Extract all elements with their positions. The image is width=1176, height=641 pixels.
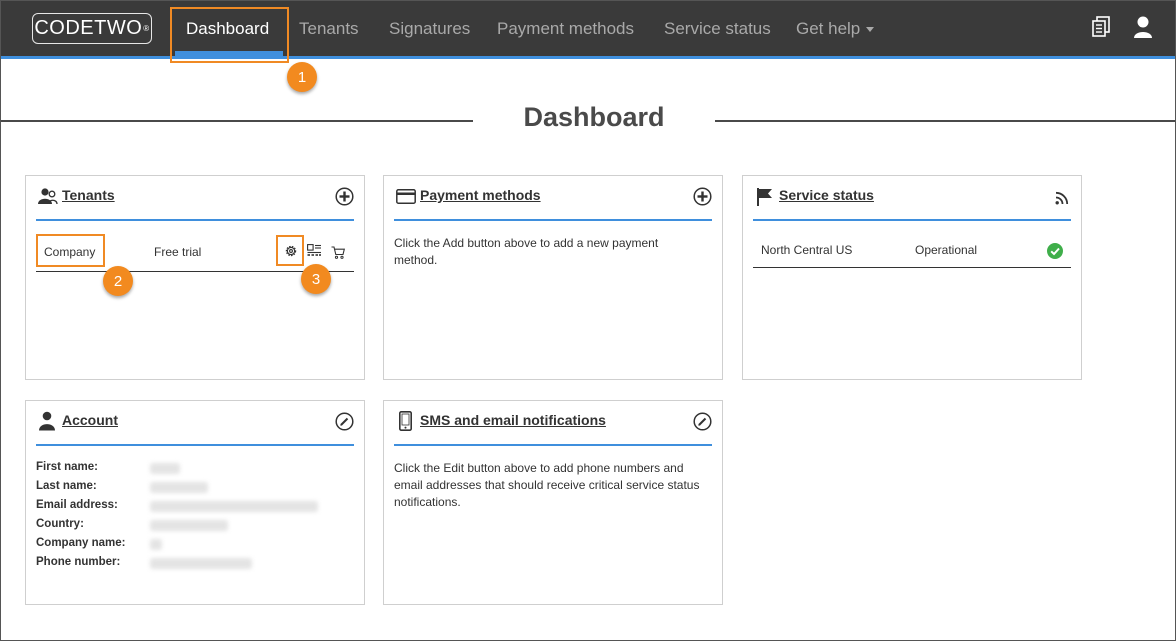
callout-number-1: 1	[287, 62, 317, 92]
plus-circle-icon	[335, 187, 354, 206]
account-value-last-name-redacted	[150, 482, 208, 493]
tenant-settings-gear-icon[interactable]	[284, 243, 298, 262]
tenant-license-icon[interactable]	[307, 243, 322, 262]
nav-dashboard-label: Dashboard	[186, 18, 270, 38]
account-panel-title[interactable]: Account	[62, 412, 118, 428]
account-label-company: Company name:	[36, 537, 126, 549]
pencil-circle-icon	[335, 412, 354, 431]
account-label-country: Country:	[36, 518, 84, 530]
notifications-panel-header: SMS and email notifications	[394, 401, 712, 446]
account-label-phone: Phone number:	[36, 556, 121, 568]
logo-registered-mark: ®	[143, 24, 150, 33]
logo-text-main: CODE	[34, 17, 95, 39]
account-value-company-redacted	[150, 539, 162, 550]
user-icon[interactable]	[1133, 15, 1153, 43]
nav-get-help-label: Get help	[796, 18, 861, 38]
documents-icon[interactable]	[1091, 16, 1111, 42]
tenants-panel-header: Tenants	[36, 176, 354, 221]
service-row-divider	[753, 267, 1071, 268]
account-label-email: Email address:	[36, 499, 118, 511]
service-status-panel: Service status North Central US Operatio…	[742, 175, 1082, 380]
nav-tenants-label: Tenants	[299, 18, 359, 38]
nav-signatures[interactable]: Signatures	[389, 1, 470, 56]
nav-tenants[interactable]: Tenants	[299, 1, 359, 56]
account-panel: Account First name: Last name: Email add…	[25, 400, 365, 605]
nav-service-status-label: Service status	[664, 18, 771, 38]
account-value-country-redacted	[150, 520, 228, 531]
nav-dashboard[interactable]: Dashboard	[186, 1, 269, 56]
plus-circle-icon	[693, 187, 712, 206]
person-icon	[39, 411, 55, 435]
edit-account-button[interactable]	[335, 412, 354, 435]
add-payment-method-button[interactable]	[693, 187, 712, 210]
account-panel-header: Account	[36, 401, 354, 446]
nav-service-status[interactable]: Service status	[664, 1, 771, 56]
nav-get-help[interactable]: Get help	[796, 1, 875, 56]
payment-methods-panel: Payment methods Click the Add button abo…	[383, 175, 723, 380]
top-navbar: CODE TWO ® Dashboard Tenants Signatures Pa…	[1, 1, 1175, 56]
rss-feed-icon[interactable]	[1055, 190, 1069, 209]
heading-rule-right	[715, 120, 1175, 122]
tenant-row-divider	[36, 271, 354, 272]
nav-payment-methods[interactable]: Payment methods	[497, 1, 634, 56]
payment-panel-header: Payment methods	[394, 176, 712, 221]
mobile-phone-icon	[399, 411, 412, 435]
add-tenant-button[interactable]	[335, 187, 354, 210]
notifications-panel: SMS and email notifications Click the Ed…	[383, 400, 723, 605]
page-title: Dashboard	[523, 102, 665, 132]
notifications-panel-title[interactable]: SMS and email notifications	[420, 412, 606, 428]
tenant-name[interactable]: Company	[44, 245, 95, 259]
nav-payment-methods-label: Payment methods	[497, 18, 635, 38]
active-tab-indicator	[175, 51, 283, 57]
notifications-empty-message: Click the Edit button above to add phone…	[394, 461, 700, 509]
service-panel-title[interactable]: Service status	[779, 187, 874, 203]
caret-down-icon	[866, 27, 875, 32]
users-icon	[38, 187, 58, 209]
tenant-cart-icon[interactable]	[331, 244, 346, 263]
account-label-first-name: First name:	[36, 461, 98, 473]
tenants-panel: Tenants Company Free trial	[25, 175, 365, 380]
service-panel-header: Service status	[753, 176, 1071, 221]
service-state: Operational	[915, 243, 978, 257]
account-label-last-name: Last name:	[36, 480, 97, 492]
nav-signatures-label: Signatures	[389, 18, 471, 38]
pencil-circle-icon	[693, 412, 712, 431]
flag-icon	[756, 187, 774, 211]
heading-rule-left	[1, 120, 473, 122]
codetwo-logo[interactable]: CODE TWO ®	[32, 13, 152, 44]
account-value-phone-redacted	[150, 558, 252, 569]
check-circle-icon	[1047, 243, 1063, 263]
payment-empty-message: Click the Add button above to add a new …	[394, 236, 659, 267]
credit-card-icon	[396, 189, 416, 208]
account-value-first-name-redacted	[150, 463, 180, 474]
logo-text-thin: TWO	[94, 17, 143, 39]
account-value-email-redacted	[150, 501, 318, 512]
payment-panel-title[interactable]: Payment methods	[420, 187, 541, 203]
tenants-panel-title[interactable]: Tenants	[62, 187, 115, 203]
edit-notifications-button[interactable]	[693, 412, 712, 435]
tenant-plan: Free trial	[154, 245, 202, 259]
service-region: North Central US	[761, 243, 853, 257]
